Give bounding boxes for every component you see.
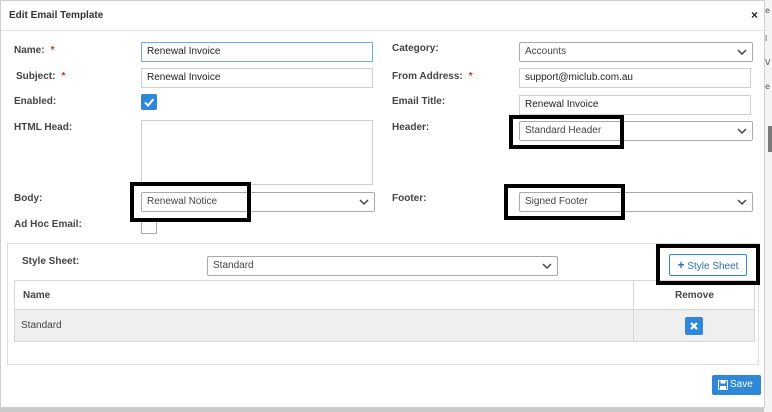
subject-label: Subject: *	[16, 71, 66, 82]
style-sheet-select-value: Standard	[213, 260, 254, 271]
style-sheet-label: Style Sheet:	[22, 256, 80, 267]
email-title-input[interactable]: Renewal Invoice	[519, 95, 751, 115]
enabled-label: Enabled:	[14, 96, 57, 107]
save-button[interactable]: Save	[712, 375, 761, 395]
html-head-label: HTML Head:	[14, 122, 73, 133]
times-icon	[690, 322, 698, 330]
required-mark: *	[468, 71, 473, 82]
table-header: Name Remove	[15, 281, 754, 310]
chevron-down-icon	[737, 49, 747, 56]
floppy-disk-icon	[718, 380, 728, 390]
close-icon[interactable]: ×	[751, 9, 758, 21]
style-sheet-table: Name Remove Standard	[14, 280, 755, 342]
name-label: Name: *	[14, 45, 55, 56]
highlight-box	[130, 182, 251, 222]
modal-header: Edit Email Template ×	[1, 1, 764, 31]
highlight-box	[509, 115, 624, 149]
column-divider	[633, 281, 634, 341]
ad-hoc-email-label: Ad Hoc Email:	[14, 219, 82, 230]
background-text-fragment: l	[765, 34, 768, 43]
background-app-strip: e l V e	[764, 0, 772, 412]
column-header-remove: Remove	[675, 290, 714, 301]
name-input[interactable]: Renewal Invoice	[141, 42, 373, 62]
category-select-value: Accounts	[525, 46, 567, 57]
table-row: Standard	[15, 310, 754, 341]
header-label: Header:	[392, 122, 430, 133]
from-address-label: From Address: *	[392, 71, 473, 82]
save-label: Save	[730, 379, 753, 390]
body-label: Body:	[14, 193, 43, 204]
required-mark: *	[50, 45, 55, 56]
chevron-down-icon	[737, 199, 747, 206]
required-mark: *	[61, 71, 66, 82]
html-head-textarea[interactable]	[141, 120, 373, 185]
chevron-down-icon	[542, 263, 552, 270]
edit-email-template-modal: Edit Email Template × Name: * Renewal Inv…	[0, 0, 765, 408]
footer-label: Footer:	[392, 193, 427, 204]
chevron-down-icon	[737, 128, 747, 135]
highlight-box	[504, 184, 625, 220]
enabled-checkbox[interactable]	[141, 94, 157, 110]
style-sheet-select[interactable]: Standard	[207, 256, 558, 276]
column-header-name: Name	[23, 290, 51, 301]
category-select[interactable]: Accounts	[519, 42, 753, 62]
background-scrollbar	[768, 126, 772, 152]
from-address-input[interactable]: support@miclub.com.au	[519, 68, 751, 88]
background-text-fragment: e	[765, 6, 770, 15]
background-text-fragment: V	[765, 58, 771, 67]
chevron-down-icon	[359, 199, 369, 206]
row-name-cell: Standard	[21, 320, 62, 331]
subject-input[interactable]: Renewal Invoice	[141, 68, 373, 88]
modal-title: Edit Email Template	[9, 10, 104, 21]
check-icon	[144, 98, 155, 107]
background-text-fragment: e	[765, 82, 770, 91]
email-title-label: Email Title:	[392, 96, 446, 107]
category-label: Category:	[392, 43, 439, 54]
remove-row-button[interactable]	[685, 317, 703, 335]
highlight-box	[656, 244, 760, 285]
